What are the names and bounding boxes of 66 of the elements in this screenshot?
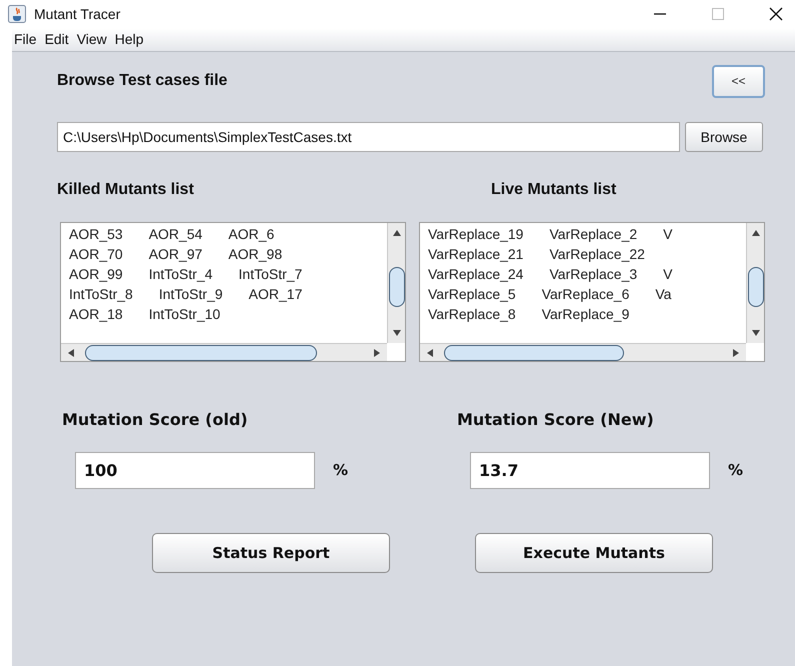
list-item[interactable]: VarReplace_2 — [549, 224, 638, 244]
scroll-right-icon[interactable] — [732, 348, 740, 356]
list-item[interactable]: AOR_18 — [69, 304, 123, 324]
score-field[interactable]: 13.7 — [470, 452, 710, 489]
list-item[interactable]: VarReplace_9 — [542, 304, 630, 324]
action-button[interactable]: Status Report — [152, 533, 390, 573]
scroll-down-icon[interactable] — [752, 329, 760, 337]
browse-button[interactable]: Browse — [685, 122, 763, 152]
vertical-scrollbar[interactable] — [746, 223, 764, 343]
list-title: Killed Mutants list — [57, 180, 195, 200]
list-item[interactable]: VarReplace_6 — [542, 284, 630, 304]
list-item[interactable]: AOR_70 — [69, 244, 123, 264]
list-item[interactable]: IntToStr_7 — [238, 264, 302, 284]
vertical-scrollbar[interactable] — [387, 223, 405, 343]
window-title: Mutant Tracer — [34, 4, 120, 24]
menu-item[interactable]: View — [76, 29, 107, 50]
app-icon — [8, 5, 26, 23]
list-item[interactable]: AOR_97 — [148, 244, 202, 264]
list-item[interactable]: VarReplace_21 — [428, 244, 524, 264]
scroll-thumb[interactable] — [85, 344, 317, 360]
section-label: Browse Test cases file — [57, 71, 228, 91]
scroll-right-icon[interactable] — [373, 348, 381, 356]
list-item[interactable]: IntToStr_4 — [148, 264, 213, 284]
score-field[interactable]: 100 — [75, 452, 315, 489]
list-item[interactable]: AOR_54 — [148, 224, 202, 244]
list-item[interactable]: IntToStr_10 — [148, 304, 220, 324]
list-item[interactable]: VarReplace_5 — [428, 284, 516, 304]
list-item[interactable]: V — [663, 224, 673, 244]
list-item[interactable]: IntToStr_8 — [69, 284, 133, 304]
list-item[interactable]: Va — [655, 284, 672, 304]
menu-item[interactable]: File — [14, 29, 37, 50]
scroll-thumb[interactable] — [748, 267, 764, 307]
list-item[interactable]: AOR_6 — [228, 224, 274, 244]
horizontal-scrollbar[interactable] — [61, 343, 387, 361]
mutants-list[interactable]: AOR_53 AOR_54 AOR_6 AOR_70 AOR_97 AOR_98 AOR_99 IntToStr_4 IntToStr_7 IntToStr_8 IntToStr_9 AOR_17 AOR_18 IntToStr_10 — [60, 222, 406, 362]
horizontal-scrollbar[interactable] — [420, 343, 746, 361]
list-item[interactable]: AOR_17 — [248, 284, 302, 304]
action-button[interactable]: Execute Mutants — [475, 533, 713, 573]
percent-label: % — [728, 460, 744, 482]
close-icon[interactable] — [769, 7, 783, 21]
menu-item[interactable]: Edit — [44, 29, 69, 50]
list-item[interactable]: AOR_53 — [69, 224, 123, 244]
list-item[interactable]: V — [663, 264, 673, 284]
file-path-field[interactable]: C:\Users\Hp\Documents\SimplexTestCases.txt — [57, 122, 680, 152]
back-button[interactable]: << — [712, 64, 765, 98]
scroll-left-icon[interactable] — [426, 348, 434, 356]
scroll-thumb[interactable] — [388, 267, 404, 307]
list-item[interactable]: VarReplace_8 — [428, 304, 516, 324]
list-item[interactable]: VarReplace_24 — [428, 264, 524, 284]
list-item[interactable]: AOR_99 — [69, 264, 123, 284]
list-title: Live Mutants list — [491, 180, 618, 200]
scroll-left-icon[interactable] — [67, 348, 75, 356]
list-item[interactable]: VarReplace_3 — [549, 264, 638, 284]
mutants-list[interactable]: VarReplace_19 VarReplace_2 V VarReplace_21 VarReplace_22 VarReplace_24 VarReplace_3 V VarReplace_5 VarReplace_6 Va VarReplace_8 VarReplace_9 — [419, 222, 765, 362]
scroll-up-icon[interactable] — [752, 229, 760, 237]
score-label: Mutation Score (old) — [62, 409, 249, 431]
scroll-down-icon[interactable] — [392, 329, 400, 337]
percent-label: % — [333, 460, 348, 482]
scroll-up-icon[interactable] — [392, 229, 400, 237]
list-item[interactable]: AOR_98 — [228, 244, 282, 264]
list-item[interactable]: VarReplace_22 — [549, 244, 645, 264]
list-item[interactable]: IntToStr_9 — [158, 284, 223, 304]
list-item[interactable]: VarReplace_19 — [428, 224, 524, 244]
menu-item[interactable]: Help — [114, 29, 144, 50]
scroll-thumb[interactable] — [444, 344, 624, 360]
score-label: Mutation Score (New) — [457, 409, 655, 431]
